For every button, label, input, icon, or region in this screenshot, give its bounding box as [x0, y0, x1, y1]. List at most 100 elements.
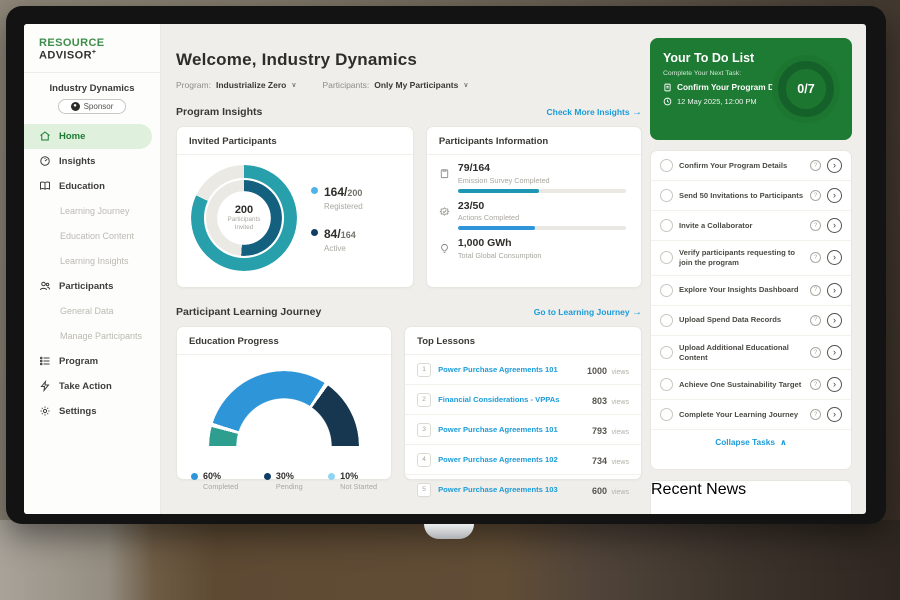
sidebar-item-take-action[interactable]: Take Action: [24, 374, 160, 399]
task-row[interactable]: Achieve One Sustainability Target ? ›: [651, 370, 851, 400]
sponsor-badge-label: Sponsor: [84, 102, 114, 111]
lesson-row: 3 Power Purchase Agreements 101 793 view…: [405, 415, 641, 445]
go-to-learning-journey-link[interactable]: Go to Learning Journey →: [534, 307, 642, 318]
task-row[interactable]: Explore Your Insights Dashboard ? ›: [651, 276, 851, 306]
help-icon[interactable]: ?: [810, 160, 821, 171]
chevron-down-icon: ∨: [463, 81, 468, 89]
lesson-link[interactable]: Power Purchase Agreements 101: [438, 425, 585, 434]
help-icon[interactable]: ?: [810, 409, 821, 420]
clipboard-icon: [439, 163, 450, 193]
monitor-stand: [424, 524, 474, 539]
help-icon[interactable]: ?: [810, 315, 821, 326]
app-logo: RESOURCE ADVISOR+: [24, 24, 160, 73]
sidebar: RESOURCE ADVISOR+ Industry Dynamics ● Sp…: [24, 24, 161, 514]
sidebar-nav: Home Insights Education Learning Journey…: [24, 124, 160, 424]
lesson-row: 4 Power Purchase Agreements 102 734 view…: [405, 445, 641, 475]
check-more-insights-link[interactable]: Check More Insights →: [546, 107, 642, 118]
sidebar-item-home[interactable]: Home: [24, 124, 152, 149]
task-row[interactable]: Upload Additional Educational Content ? …: [651, 336, 851, 371]
chevron-right-icon[interactable]: ›: [827, 218, 842, 233]
education-progress-gauge: 150 Participants: [209, 371, 359, 447]
participants-icon: [39, 280, 51, 292]
help-icon[interactable]: ?: [810, 379, 821, 390]
chevron-right-icon[interactable]: ›: [827, 158, 842, 173]
legend-pending: 30%Pending: [264, 471, 303, 491]
sidebar-item-education[interactable]: Education: [24, 174, 160, 199]
progress-fill: [458, 189, 539, 193]
task-row[interactable]: Confirm Your Program Details ? ›: [651, 151, 851, 181]
list-icon: [39, 355, 51, 367]
recent-news-card: Recent News: [650, 480, 852, 514]
top-lessons-card: Top Lessons 1 Power Purchase Agreements …: [404, 326, 642, 480]
todo-datetime: 12 May 2025, 12:00 PM: [677, 97, 757, 106]
help-icon[interactable]: ?: [810, 252, 821, 263]
lesson-link[interactable]: Financial Considerations - VPPAs: [438, 395, 585, 404]
task-row[interactable]: Complete Your Learning Journey ? ›: [651, 400, 851, 430]
task-row[interactable]: Verify participants requesting to join t…: [651, 241, 851, 276]
donut-center-value: 200: [235, 204, 253, 216]
sponsor-badge[interactable]: ● Sponsor: [58, 99, 126, 114]
chevron-right-icon[interactable]: ›: [827, 407, 842, 422]
task-checkbox[interactable]: [660, 346, 673, 359]
card-title: Top Lessons: [405, 327, 641, 355]
todo-counter: 0/7: [797, 82, 814, 96]
sidebar-item-manage-participants[interactable]: Manage Participants: [24, 324, 160, 349]
todo-summary-card: Your To Do List Complete Your Next Task:…: [650, 38, 852, 140]
logo-advisor: ADVISOR: [39, 50, 92, 62]
sidebar-item-learning-insights[interactable]: Learning Insights: [24, 249, 160, 274]
emission-progress-bar: [458, 189, 626, 193]
chevron-right-icon[interactable]: ›: [827, 188, 842, 203]
page-title: Welcome, Industry Dynamics: [176, 50, 642, 70]
insights-icon: [39, 155, 51, 167]
org-name: Industry Dynamics: [24, 83, 160, 94]
sidebar-item-insights[interactable]: Insights: [24, 149, 160, 174]
legend-dot: [264, 473, 271, 480]
help-icon[interactable]: ?: [810, 347, 821, 358]
task-checkbox[interactable]: [660, 251, 673, 264]
sidebar-item-program[interactable]: Program: [24, 349, 160, 374]
rank-badge: 5: [417, 483, 431, 497]
lesson-row: 5 Power Purchase Agreements 103 600 view…: [405, 475, 641, 504]
task-checkbox[interactable]: [660, 378, 673, 391]
legend-dot: [311, 187, 318, 194]
lesson-link[interactable]: Power Purchase Agreements 101: [438, 365, 580, 374]
collapse-tasks-link[interactable]: Collapse Tasks ∧: [651, 430, 851, 454]
chevron-right-icon[interactable]: ›: [827, 250, 842, 265]
actions-completed-row: 23/50 Actions Completed: [427, 193, 641, 231]
gear-icon: [39, 405, 51, 417]
lesson-link[interactable]: Power Purchase Agreements 103: [438, 485, 585, 494]
rank-badge: 3: [417, 423, 431, 437]
task-checkbox[interactable]: [660, 219, 673, 232]
lesson-link[interactable]: Power Purchase Agreements 102: [438, 455, 585, 464]
task-row[interactable]: Upload Spend Data Records ? ›: [651, 306, 851, 336]
sidebar-item-learning-journey[interactable]: Learning Journey: [24, 199, 160, 224]
sidebar-item-general-data[interactable]: General Data: [24, 299, 160, 324]
sidebar-item-education-content[interactable]: Education Content: [24, 224, 160, 249]
lesson-row: 1 Power Purchase Agreements 101 1000 vie…: [405, 355, 641, 385]
task-checkbox[interactable]: [660, 284, 673, 297]
gauge-legend: 60%Completed 30%Pending 10%Not Started: [177, 447, 391, 491]
logo-plus: +: [92, 49, 97, 56]
chevron-right-icon[interactable]: ›: [827, 377, 842, 392]
task-checkbox[interactable]: [660, 159, 673, 172]
emission-survey-row: 79/164 Emission Survey Completed: [427, 155, 641, 193]
program-filter[interactable]: Program: Industrialize Zero ∨: [176, 80, 296, 90]
task-row[interactable]: Invite a Collaborator ? ›: [651, 211, 851, 241]
chevron-right-icon[interactable]: ›: [827, 345, 842, 360]
task-checkbox[interactable]: [660, 408, 673, 421]
invited-participants-donut: 200 Participants Invited: [191, 165, 297, 271]
task-row[interactable]: Send 50 Invitations to Participants ? ›: [651, 181, 851, 211]
sidebar-item-settings[interactable]: Settings: [24, 399, 160, 424]
arrow-right-icon: →: [632, 307, 642, 318]
participants-filter[interactable]: Participants: Only My Participants ∨: [322, 80, 468, 90]
help-icon[interactable]: ?: [810, 285, 821, 296]
task-checkbox[interactable]: [660, 189, 673, 202]
help-icon[interactable]: ?: [810, 190, 821, 201]
chevron-right-icon[interactable]: ›: [827, 313, 842, 328]
task-checkbox[interactable]: [660, 314, 673, 327]
sidebar-item-participants[interactable]: Participants: [24, 274, 160, 299]
todo-panel: Your To Do List Complete Your Next Task:…: [650, 24, 852, 514]
help-icon[interactable]: ?: [810, 220, 821, 231]
chevron-right-icon[interactable]: ›: [827, 283, 842, 298]
book-icon: [39, 180, 51, 192]
